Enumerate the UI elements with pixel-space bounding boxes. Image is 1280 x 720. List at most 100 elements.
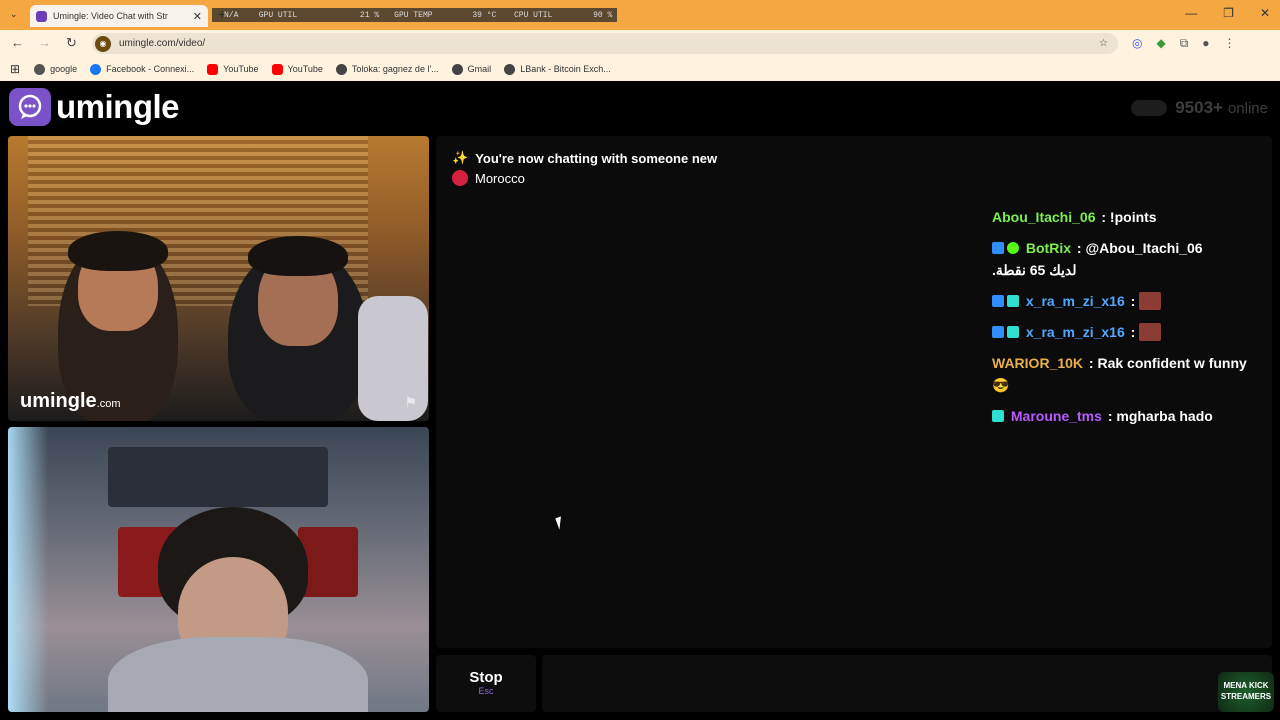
self-hoodie: [108, 637, 368, 712]
chat-text: :: [1130, 324, 1136, 340]
chat-message: WARIOR_10K : Rak confident w funny 😎: [992, 352, 1252, 396]
self-video: [8, 427, 429, 712]
bookmark-facebook[interactable]: Facebook - Connexi...: [90, 63, 194, 75]
bookmark-gmail[interactable]: Gmail: [451, 63, 491, 75]
cpu-util-label: CPU UTIL: [513, 10, 553, 20]
logo-text: umingle: [56, 88, 180, 125]
chat-text: : Rak confident w funny: [1088, 355, 1247, 371]
chat-username: WARIOR_10K: [992, 355, 1084, 371]
facebook-icon: [90, 63, 102, 75]
chat-username: x_ra_m_zi_x16: [1025, 293, 1125, 309]
chat-username: x_ra_m_zi_x16: [1025, 324, 1125, 340]
theme-toggle[interactable]: [1131, 100, 1168, 116]
bookmark-toloka[interactable]: Toloka: gagnez de l'...: [335, 63, 439, 75]
chat-message: Maroune_tms : mgharba hado: [992, 405, 1252, 427]
tab-title: Umingle: Video Chat with Str: [53, 11, 168, 21]
emote-icon: [1139, 292, 1162, 310]
bookmark-youtube[interactable]: YouTube: [271, 63, 323, 75]
reload-icon[interactable]: ↻: [66, 35, 77, 51]
tab-search-icon[interactable]: ⌄: [10, 9, 18, 20]
na-label: N/A: [224, 10, 239, 20]
morocco-flag-icon: [452, 170, 468, 186]
globe-icon: [504, 63, 516, 75]
chat-text-arabic: لديك 65 نقطة.: [992, 262, 1077, 278]
umingle-logo[interactable]: umingle: [9, 88, 180, 126]
youtube-icon: [271, 63, 283, 75]
extensions-area: ◎ ◆ ⧉ ● ⋮: [1132, 36, 1236, 51]
verified-badge-icon: [1007, 242, 1019, 254]
emote-icon: [1139, 323, 1162, 341]
forward-icon[interactable]: →: [38, 35, 51, 50]
online-count: 9503+: [1175, 98, 1223, 117]
url-text: umingle.com/video/: [119, 38, 206, 49]
tab-close-icon[interactable]: ✕: [193, 10, 202, 23]
chat-username: Maroune_tms: [1010, 408, 1102, 424]
chat-text: : mgharba hado: [1107, 408, 1213, 424]
browser-tab[interactable]: Umingle: Video Chat with Str ✕: [30, 5, 208, 27]
back-icon[interactable]: ←: [11, 35, 24, 50]
report-flag-icon[interactable]: ⚑: [404, 394, 417, 411]
window-controls: — ❐ ✕: [1185, 6, 1270, 20]
extension-icon[interactable]: ◆: [1156, 36, 1165, 51]
globe-icon: [451, 63, 463, 75]
bookmarks-bar: ⊞ google Facebook - Connexi... YouTube Y…: [0, 57, 1280, 81]
stranger-video: umingle.com ⚑: [8, 136, 429, 421]
chat-bubble-icon: [9, 88, 51, 126]
apps-grid-icon[interactable]: ⊞: [10, 62, 20, 76]
address-bar-row: ← → ↻ ◉ umingle.com/video/ ☆ ◎ ◆ ⧉ ● ⋮: [0, 30, 1280, 57]
bookmark-google[interactable]: google: [34, 63, 77, 75]
moderator-badge-icon: [992, 326, 1004, 338]
extension-icon[interactable]: ◎: [1132, 36, 1142, 51]
globe-icon: [34, 63, 46, 75]
umingle-favicon: [36, 10, 47, 22]
stop-button[interactable]: Stop Esc: [436, 655, 536, 712]
chat-message: Abou_Itachi_06 : !points: [992, 206, 1252, 228]
chat-message: x_ra_m_zi_x16 :: [992, 321, 1252, 343]
restore-icon[interactable]: ❐: [1223, 6, 1234, 20]
kick-chat-overlay: Abou_Itachi_06 : !points BotRix : @Abou_…: [992, 206, 1252, 436]
shelf: [108, 447, 328, 507]
led-light: [8, 427, 48, 712]
gpu-util-label: GPU UTIL: [258, 10, 298, 20]
sparkles-icon: ✨: [452, 150, 469, 165]
sunglasses-emoji-icon: 😎: [992, 377, 1010, 393]
browser-tab-bar: ⌄ Umingle: Video Chat with Str ✕ + N/A G…: [0, 0, 1280, 30]
mena-kick-streamers-logo: MENA KICK STREAMERS: [1218, 672, 1274, 712]
chat-panel: ✨ You're now chatting with someone new M…: [436, 136, 1272, 648]
profile-avatar[interactable]: ●: [1202, 36, 1209, 51]
bookmark-lbank[interactable]: LBank - Bitcoin Exch...: [504, 63, 611, 75]
chat-text: : @Abou_Itachi_06: [1076, 240, 1203, 256]
performance-overlay: N/A GPU UTIL 21 % GPU TEMP 39 °C CPU UTI…: [212, 8, 617, 22]
moderator-badge-icon: [992, 242, 1004, 254]
url-input[interactable]: ◉ umingle.com/video/ ☆: [92, 33, 1118, 54]
chat-username: BotRix: [1025, 240, 1072, 256]
puzzle-icon[interactable]: ⧉: [1180, 36, 1189, 51]
chat-message-input[interactable]: [542, 655, 1272, 712]
menu-kebab-icon[interactable]: ⋮: [1224, 36, 1236, 51]
stop-shortcut: Esc: [478, 686, 494, 696]
subscriber-badge-icon: [1007, 295, 1019, 307]
country-line: Morocco: [452, 170, 525, 186]
chat-text: :: [1130, 293, 1136, 309]
system-message: ✨ You're now chatting with someone new: [452, 150, 718, 166]
moderator-badge-icon: [992, 295, 1004, 307]
umingle-watermark: umingle.com: [20, 390, 121, 412]
chat-message: BotRix : @Abou_Itachi_06 لديك 65 نقطة.: [992, 237, 1252, 281]
subscriber-badge-icon: [992, 410, 1004, 422]
chat-username: Abou_Itachi_06: [992, 209, 1096, 225]
chat-text: : !points: [1101, 209, 1157, 225]
subscriber-badge-icon: [1007, 326, 1019, 338]
online-indicator: 9503+ online: [1131, 98, 1268, 118]
youtube-icon: [207, 63, 219, 75]
bookmark-youtube[interactable]: YouTube: [207, 63, 259, 75]
person-left-hair: [68, 231, 168, 271]
gpu-temp-value: 39 °C: [472, 10, 497, 20]
chat-message: x_ra_m_zi_x16 :: [992, 290, 1252, 312]
gpu-temp-label: GPU TEMP: [394, 10, 433, 20]
minimize-icon[interactable]: —: [1185, 6, 1197, 20]
bookmark-star-icon[interactable]: ☆: [1099, 38, 1108, 49]
site-info-icon[interactable]: ◉: [95, 35, 111, 52]
globe-icon: [335, 63, 347, 75]
close-window-icon[interactable]: ✕: [1260, 6, 1270, 20]
cpu-util-value: 90 %: [593, 10, 613, 20]
